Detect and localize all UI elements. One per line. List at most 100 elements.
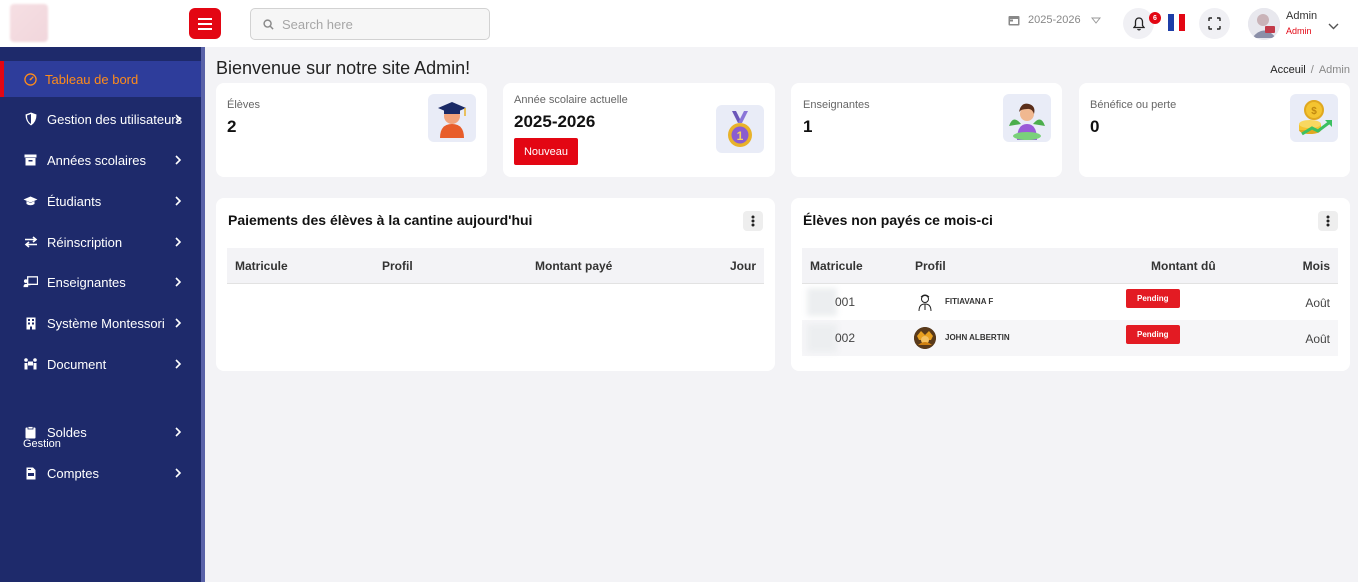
column-header[interactable]: Mois [1303,259,1330,273]
column-header[interactable]: Profil [915,259,946,273]
new-school-year-button[interactable]: Nouveau [514,138,578,165]
menu-toggle-button[interactable] [189,8,221,39]
building-icon [23,316,38,331]
student-avatar [914,291,936,313]
table-row[interactable]: 001 FITIAVANA F Pending Août [802,284,1338,320]
medal-icon: 1 [716,105,764,153]
sidebar-item-label: Soldes [47,424,87,440]
student-photo-icon [914,327,936,349]
kebab-icon [1326,215,1330,227]
exchange-icon [23,235,38,250]
chevron-right-icon [175,155,182,165]
sidebar-item-users[interactable]: Gestion des utilisateurs [0,101,201,137]
user-name[interactable]: Admin [1286,10,1317,22]
logo [10,4,48,42]
search-input[interactable] [282,16,472,32]
chalkboard-teacher-icon [23,275,38,290]
stat-card-teachers: Enseignantes 1 [791,83,1062,177]
student-name[interactable]: JOHN ALBERTIN [945,333,1010,342]
sidebar: Tableau de bord Gestion des utilisateurs… [0,47,201,582]
search-box [250,8,490,40]
sidebar-item-dashboard[interactable]: Tableau de bord [0,61,201,97]
chevron-right-icon [175,427,182,437]
status-badge: Pending [1126,289,1180,308]
table-header: Matricule Profil Montant payé Jour [227,248,764,284]
admin-avatar-icon [1248,8,1280,40]
chevron-down-icon [1328,23,1339,30]
panel-title: Paiements des élèves à la cantine aujour… [228,212,533,228]
unpaid-students-panel: Élèves non payés ce mois-ci Matricule Pr… [791,198,1350,371]
student-avatar [914,327,936,349]
student-outline-icon [918,294,932,311]
stat-card-students: Élèves 2 [216,83,487,177]
column-header[interactable]: Jour [730,259,756,273]
student-name[interactable]: FITIAVANA F [945,297,993,306]
bell-icon [1132,16,1145,31]
calendar-icon [1008,16,1020,26]
dashboard-icon [23,72,38,87]
column-header[interactable]: Montant dû [1151,259,1216,273]
archive-icon [23,153,38,168]
fullscreen-icon [1208,17,1221,30]
top-bar: 2025-2026 6 Admin Admin [0,0,1358,47]
french-flag-icon[interactable] [1168,14,1186,31]
stat-label: Bénéfice ou perte [1090,99,1177,111]
sidebar-item-accounts[interactable]: Comptes [0,455,201,491]
school-year-select[interactable]: 2025-2026 [1008,14,1101,26]
stat-label: Année scolaire actuelle [514,94,628,106]
chevron-right-icon [175,468,182,478]
chevron-right-icon [175,114,182,124]
breadcrumb: Acceuil / Admin [1270,64,1350,76]
sidebar-item-reenrollment[interactable]: Réinscription [0,224,201,260]
sidebar-item-students[interactable]: Étudiants [0,183,201,219]
panel-menu-button[interactable] [1318,211,1338,231]
clipboard-icon [23,425,38,440]
panel-title: Élèves non payés ce mois-ci [803,212,993,228]
status-badge: Pending [1126,325,1180,344]
fullscreen-button[interactable] [1199,8,1230,39]
file-invoice-icon [23,466,38,481]
notification-badge: 6 [1149,12,1161,24]
sidebar-item-label: Années scolaires [47,152,146,168]
column-header[interactable]: Profil [382,259,413,273]
sidebar-item-label: Gestion des utilisateurs [47,111,183,127]
sidebar-item-montessori[interactable]: Système Montessori [0,305,201,341]
kebab-icon [751,215,755,227]
sidebar-item-balances[interactable]: Soldes [0,414,201,450]
column-header[interactable]: Matricule [810,259,863,273]
stat-label: Élèves [227,99,261,111]
graduate-icon [428,94,476,142]
stat-card-school-year: Année scolaire actuelle 2025-2026 Nouvea… [503,83,775,177]
panel-menu-button[interactable] [743,211,763,231]
column-header[interactable]: Matricule [235,259,288,273]
table-row[interactable]: 002 JOHN ALBERTIN Pending Août [802,320,1338,356]
stat-label: Enseignantes [803,99,870,111]
sidebar-item-teachers[interactable]: Enseignantes [0,264,201,300]
chevron-right-icon [175,196,182,206]
notifications-button[interactable] [1123,8,1154,39]
search-icon [263,18,274,30]
column-header[interactable]: Montant payé [535,259,612,273]
matricule-blur [807,324,837,352]
shield-icon [23,112,38,127]
svg-text:$: $ [1311,106,1317,117]
stat-value: 0 [1090,117,1100,136]
people-carry-icon [23,357,38,372]
sidebar-scrollbar[interactable] [201,47,205,582]
sidebar-item-label: Enseignantes [47,274,126,290]
breadcrumb-current: Admin [1318,64,1350,76]
user-menu-chevron[interactable] [1328,17,1339,35]
stat-value: 2 [227,117,237,136]
teacher-icon [1003,94,1051,142]
chevron-right-icon [175,359,182,369]
chevron-down-icon [1090,17,1101,24]
sidebar-item-label: Document [47,356,107,372]
sidebar-item-label: Réinscription [47,234,123,250]
breadcrumb-home-link[interactable]: Acceuil [1270,64,1305,76]
sidebar-item-school-years[interactable]: Années scolaires [0,142,201,178]
sidebar-item-label: Système Montessori [47,315,165,331]
avatar[interactable] [1248,8,1280,40]
sidebar-item-label: Étudiants [47,193,102,209]
sidebar-item-document[interactable]: Document [0,346,201,382]
coins-icon: $ [1290,94,1338,142]
